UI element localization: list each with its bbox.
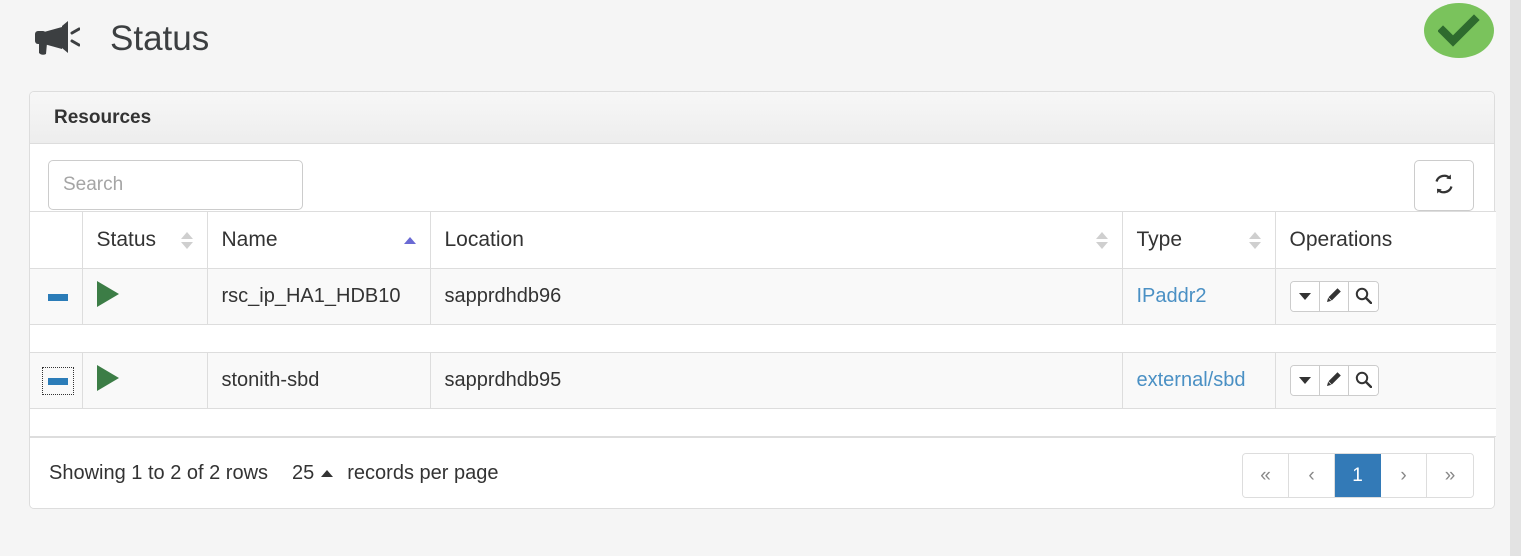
pagination-page-1[interactable]: 1 — [1335, 454, 1381, 497]
column-header-operations: Operations — [1275, 211, 1496, 269]
cell-toggle — [30, 268, 83, 325]
panel-body: Status Name — [30, 144, 1496, 508]
status-badge — [1424, 3, 1494, 58]
pagination-next[interactable]: › — [1381, 454, 1427, 497]
operations-dropdown-button[interactable] — [1290, 282, 1320, 311]
operations-button-group — [1289, 365, 1379, 396]
search-icon — [1355, 371, 1372, 391]
showing-rows-text: Showing 1 to 2 of 2 rows — [49, 461, 269, 484]
resource-type-link[interactable]: external/sbd — [1137, 369, 1246, 391]
vertical-scrollbar[interactable] — [1510, 0, 1521, 556]
sort-icon-location — [1095, 231, 1108, 249]
cell-type: external/sbd — [1122, 352, 1276, 409]
pagination-first[interactable]: « — [1243, 454, 1289, 497]
page-title: Status — [110, 18, 210, 58]
resources-table: Status Name Location Type Operations rsc… — [30, 211, 1496, 437]
resource-type-link[interactable]: IPaddr2 — [1137, 285, 1207, 307]
bullhorn-icon — [30, 18, 82, 58]
column-header-location[interactable]: Location — [430, 211, 1123, 269]
refresh-button[interactable] — [1414, 160, 1474, 211]
row-detail-expanded — [30, 408, 1496, 437]
status-page: Status Resources Search Status Name Loca… — [0, 0, 1521, 556]
resources-panel: Resources Search Status Name Location Ty… — [29, 91, 1496, 509]
caret-up-icon — [321, 469, 334, 477]
operations-button-group — [1289, 281, 1379, 312]
refresh-icon — [1432, 172, 1456, 199]
check-icon — [1438, 13, 1480, 47]
cell-type: IPaddr2 — [1122, 268, 1276, 325]
play-icon — [96, 364, 119, 391]
cell-operations — [1275, 352, 1496, 409]
column-label-name: Name — [221, 228, 278, 251]
edit-button[interactable] — [1319, 366, 1349, 395]
page-size-value: 25 — [292, 461, 315, 484]
minus-icon — [48, 377, 68, 385]
pencil-icon — [1326, 287, 1342, 306]
row-collapse-toggle[interactable] — [42, 367, 74, 396]
caret-down-icon — [1298, 293, 1311, 300]
cell-location: sapprdhdb95 — [430, 352, 1123, 409]
table-header-row: Status Name Location Type Operations — [30, 211, 1496, 269]
column-label-location: Location — [444, 228, 524, 251]
panel-title: Resources — [54, 106, 152, 128]
sort-icon-name-ascending — [403, 236, 416, 244]
edit-button[interactable] — [1319, 282, 1349, 311]
pagination-previous[interactable]: ‹ — [1289, 454, 1335, 497]
column-header-toggle — [30, 211, 83, 269]
minus-icon — [48, 293, 68, 301]
operations-dropdown-button[interactable] — [1290, 366, 1320, 395]
column-label-status: Status — [96, 228, 157, 251]
search-input[interactable] — [48, 160, 303, 210]
pencil-icon — [1326, 371, 1342, 390]
row-collapse-toggle[interactable] — [44, 285, 72, 309]
caret-down-icon — [1298, 377, 1311, 384]
table-toolbar — [30, 144, 1494, 211]
pagination-detail: Showing 1 to 2 of 2 rows 25 records per … — [49, 462, 498, 485]
column-label-type: Type — [1136, 228, 1183, 251]
cell-operations — [1275, 268, 1496, 325]
pagination-last[interactable]: » — [1427, 454, 1473, 497]
row-detail-expanded — [30, 324, 1496, 353]
cell-toggle — [30, 352, 83, 409]
search-icon — [1355, 287, 1372, 307]
sort-icon-status — [180, 231, 193, 249]
page-size-dropdown[interactable]: 25 — [292, 461, 334, 485]
cell-status — [82, 352, 208, 409]
cell-name: stonith-sbd — [207, 352, 431, 409]
details-search-button[interactable] — [1348, 282, 1378, 311]
column-header-name[interactable]: Name — [207, 211, 431, 269]
column-label-operations: Operations — [1289, 228, 1393, 251]
play-icon — [96, 280, 119, 307]
row-detail-content — [30, 324, 1496, 353]
column-header-type[interactable]: Type — [1122, 211, 1276, 269]
panel-heading: Resources — [30, 92, 1494, 144]
cell-status — [82, 268, 208, 325]
column-header-status[interactable]: Status — [82, 211, 208, 269]
cell-name: rsc_ip_HA1_HDB10 — [207, 268, 431, 325]
table-head: Status Name Location Type Operations — [30, 211, 1496, 269]
sort-icon-type — [1248, 231, 1261, 249]
details-search-button[interactable] — [1348, 366, 1378, 395]
table-row: rsc_ip_HA1_HDB10 sapprdhdb96 IPaddr2 — [30, 268, 1496, 325]
page-header: Status — [0, 0, 1511, 76]
table-row: stonith-sbd sapprdhdb95 external/sbd — [30, 352, 1496, 409]
table-footer: Showing 1 to 2 of 2 rows 25 records per … — [30, 437, 1494, 508]
table-body: rsc_ip_HA1_HDB10 sapprdhdb96 IPaddr2 sto… — [30, 268, 1496, 437]
records-per-page-label: records per page — [347, 461, 499, 484]
pagination: « ‹ 1 › » — [1242, 453, 1474, 498]
row-detail-content — [30, 408, 1496, 437]
cell-location: sapprdhdb96 — [430, 268, 1123, 325]
